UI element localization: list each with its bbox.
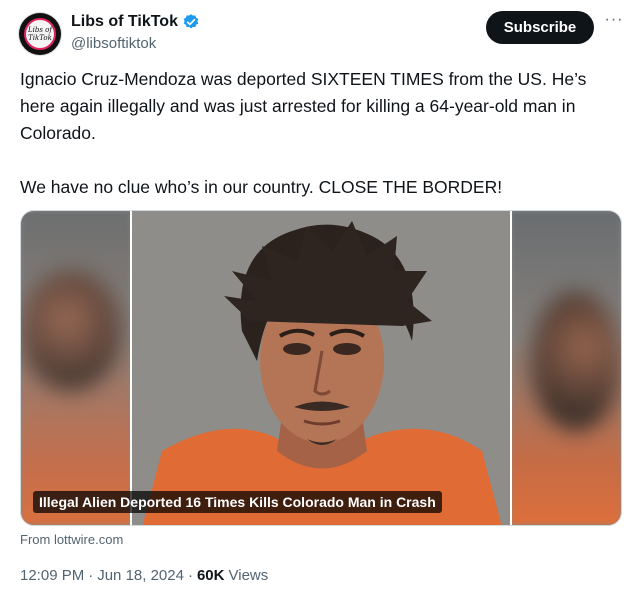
post-meta: 12:09 PM · Jun 18, 2024 · 60K Views xyxy=(20,567,268,584)
views-label: Views xyxy=(228,567,269,584)
author-name[interactable]: Libs of TikTok xyxy=(71,13,178,31)
meta-separator: · xyxy=(187,567,193,584)
more-options-icon[interactable]: ··· xyxy=(602,12,626,34)
views-count: 60K xyxy=(196,567,225,584)
post-text: Ignacio Cruz-Mendoza was deported SIXTEE… xyxy=(20,66,620,201)
avatar-logo-text: Libs of TikTok xyxy=(28,26,52,42)
blurred-background-left xyxy=(21,211,131,525)
author-name-row: Libs of TikTok xyxy=(71,13,200,31)
blurred-background-right xyxy=(511,211,621,525)
link-source[interactable]: From lottwire.com xyxy=(20,532,123,547)
media-divider-left xyxy=(130,211,132,525)
link-card-title[interactable]: Illegal Alien Deported 16 Times Kills Co… xyxy=(33,491,442,513)
post-date[interactable]: Jun 18, 2024 xyxy=(97,567,184,584)
post-paragraph-1: Ignacio Cruz-Mendoza was deported SIXTEE… xyxy=(20,69,587,143)
post-paragraph-2: We have no clue who’s in our country. CL… xyxy=(20,177,503,197)
author-handle[interactable]: @libsoftiktok xyxy=(71,35,156,52)
post-time[interactable]: 12:09 PM xyxy=(20,567,84,584)
meta-separator: · xyxy=(88,567,94,584)
link-card-media[interactable]: Illegal Alien Deported 16 Times Kills Co… xyxy=(20,210,622,526)
mugshot-photo xyxy=(132,211,510,525)
media-divider-right xyxy=(510,211,512,525)
verified-badge-icon xyxy=(182,13,200,31)
avatar[interactable]: Libs of TikTok xyxy=(19,13,61,55)
subscribe-button[interactable]: Subscribe xyxy=(486,11,594,44)
